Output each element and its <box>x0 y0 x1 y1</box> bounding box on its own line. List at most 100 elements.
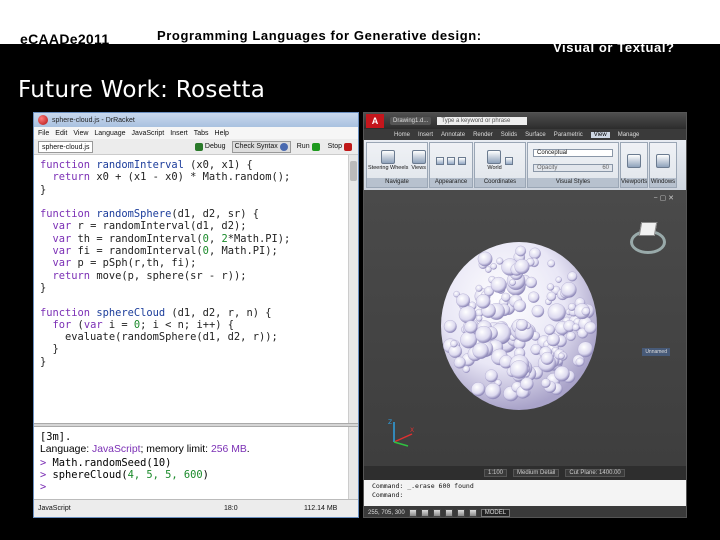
menu-item-edit[interactable]: Edit <box>55 130 67 137</box>
visual-style-dropdown[interactable]: Conceptual <box>533 149 613 157</box>
sphere-bubble <box>567 271 578 282</box>
sphere-bubble <box>472 342 489 359</box>
sphere-bubble <box>462 365 470 373</box>
ucs-world-icon <box>487 150 502 164</box>
menu-item-javascript[interactable]: JavaScript <box>132 130 165 137</box>
detail-level[interactable]: Medium Detail <box>513 469 560 477</box>
code-line: } <box>40 183 47 196</box>
sphere-bubble <box>554 365 570 382</box>
world-ucs-button[interactable]: World <box>487 150 502 171</box>
appearance-icon[interactable] <box>436 156 444 165</box>
tab-surface[interactable]: Surface <box>525 132 546 138</box>
drawing-viewport[interactable]: − ▢ ✕ Unnamed Z X <box>364 190 686 466</box>
tab-home[interactable]: Home <box>394 132 410 138</box>
cut-plane[interactable]: Cut Plane: 1400.00 <box>565 469 625 477</box>
polar-toggle-icon[interactable] <box>444 508 453 517</box>
steering-wheel-icon <box>381 150 396 164</box>
run-arrow-icon <box>311 142 320 151</box>
appearance-icon[interactable] <box>458 156 466 165</box>
autocad-titlebar[interactable]: A Drawing1.d... Type a keyword or phrase <box>364 113 686 129</box>
sphere-bubble <box>514 259 530 275</box>
stop-button[interactable]: Stop <box>326 141 354 153</box>
sphere-bubble <box>458 305 477 324</box>
windows-icon[interactable] <box>656 153 670 168</box>
menu-item-insert[interactable]: Insert <box>170 130 188 137</box>
drracket-titlebar[interactable]: sphere-cloud.js - DrRacket <box>34 113 358 127</box>
appearance-icon[interactable] <box>447 156 455 165</box>
sphere-bubble <box>546 283 555 291</box>
tab-annotate[interactable]: Annotate <box>441 132 465 138</box>
code-line: evaluate(randomSphere(d1, d2, r)); <box>40 331 278 344</box>
drracket-statusbar: JavaScript 18:0 112.14 MB <box>34 499 358 517</box>
menu-item-view[interactable]: View <box>73 130 88 137</box>
grid-toggle-icon[interactable] <box>420 508 429 517</box>
status-language[interactable]: JavaScript <box>38 505 224 512</box>
ribbon-panel-viewports: Viewports <box>620 142 648 188</box>
steering-wheels-button[interactable]: Steering Wheels <box>368 150 408 171</box>
sphere-bubble <box>515 245 527 257</box>
sphere-bubble <box>515 319 528 331</box>
sphere-bubble <box>529 247 541 260</box>
menu-item-help[interactable]: Help <box>215 130 229 137</box>
talk-subtitle: Visual or Textual? <box>553 40 675 55</box>
tab-parametric[interactable]: Parametric <box>554 132 583 138</box>
sphere-bubble <box>450 340 458 348</box>
menu-item-file[interactable]: File <box>38 130 49 137</box>
code-line: return x0 + (x1 - x0) * Math.random(); <box>52 171 291 184</box>
code-editor[interactable]: function randomInterval (x0, x1) { retur… <box>34 155 350 423</box>
sphere-bubble <box>475 325 493 344</box>
tab-insert[interactable]: Insert <box>418 132 433 138</box>
tab-render[interactable]: Render <box>473 132 493 138</box>
sphere-bubble <box>525 276 537 289</box>
sphere-bubble <box>547 303 566 322</box>
drracket-logo-icon <box>38 115 48 125</box>
code-line: } <box>40 343 59 356</box>
osnap-toggle-icon[interactable] <box>456 508 465 517</box>
sphere-bubble <box>496 257 504 265</box>
repl-panel[interactable]: [3m]. Language: JavaScript; memory limit:… <box>34 427 350 499</box>
editor-scrollbar[interactable] <box>348 155 358 423</box>
snap-toggle-icon[interactable] <box>408 508 417 517</box>
check-syntax-button[interactable]: Check Syntax <box>231 140 291 153</box>
otrack-toggle-icon[interactable] <box>468 508 477 517</box>
annotation-scale[interactable]: 1:100 <box>484 469 508 477</box>
code-line: } <box>40 281 47 294</box>
sphere-bubble <box>485 266 492 273</box>
ucs-icon[interactable] <box>504 156 513 165</box>
status-cursor-position: 18:0 <box>224 505 238 512</box>
viewports-icon[interactable] <box>627 153 641 168</box>
repl-prompt[interactable]: > <box>40 481 344 493</box>
debug-button[interactable]: Debug <box>193 141 228 153</box>
command-prompt[interactable]: Command: <box>372 491 678 500</box>
document-tab[interactable]: Drawing1.d... <box>390 117 432 125</box>
command-line[interactable]: Command: _.erase 600 found Command: <box>364 480 686 506</box>
ortho-toggle-icon[interactable] <box>432 508 441 517</box>
repl-scrollbar[interactable] <box>348 427 358 499</box>
tab-manage[interactable]: Manage <box>618 132 640 138</box>
tab-view[interactable]: View <box>590 131 610 138</box>
ucs-menu[interactable]: Unnamed <box>642 348 670 356</box>
file-selector[interactable]: sphere-cloud.js <box>38 140 94 153</box>
viewcube-icon[interactable] <box>630 222 666 258</box>
sphere-bubble <box>555 276 562 283</box>
viewport-window-controls[interactable]: − ▢ ✕ <box>654 194 674 202</box>
tab-solids[interactable]: Solids <box>501 132 517 138</box>
code-line: return move(p, sphere(sr - r)); <box>52 269 247 282</box>
model-space-toggle[interactable]: MODEL <box>480 508 511 517</box>
code-line: var p = pSph(r,th, fi); <box>52 257 197 270</box>
views-button[interactable]: Views <box>411 150 426 171</box>
menu-item-tabs[interactable]: Tabs <box>194 130 209 137</box>
sphere-bubble <box>490 276 507 293</box>
scrollbar-thumb[interactable] <box>350 161 357 181</box>
sphere-bubble <box>509 360 529 379</box>
status-coordinates: 255, 705, 300 <box>368 509 405 516</box>
drracket-menubar: File Edit View Language JavaScript Insert Tabs… <box>34 127 358 139</box>
ribbon-panel-visual-styles: Conceptual Opacity 60 Visual Styles <box>527 142 619 188</box>
search-input[interactable]: Type a keyword or phrase <box>437 117 528 125</box>
run-button[interactable]: Run <box>295 141 322 153</box>
menu-item-language[interactable]: Language <box>94 130 125 137</box>
autocad-app-menu-icon[interactable]: A <box>366 114 384 128</box>
sphere-bubble <box>513 299 527 313</box>
sphere-bubble <box>501 292 511 302</box>
opacity-slider[interactable]: Opacity 60 <box>533 164 613 172</box>
